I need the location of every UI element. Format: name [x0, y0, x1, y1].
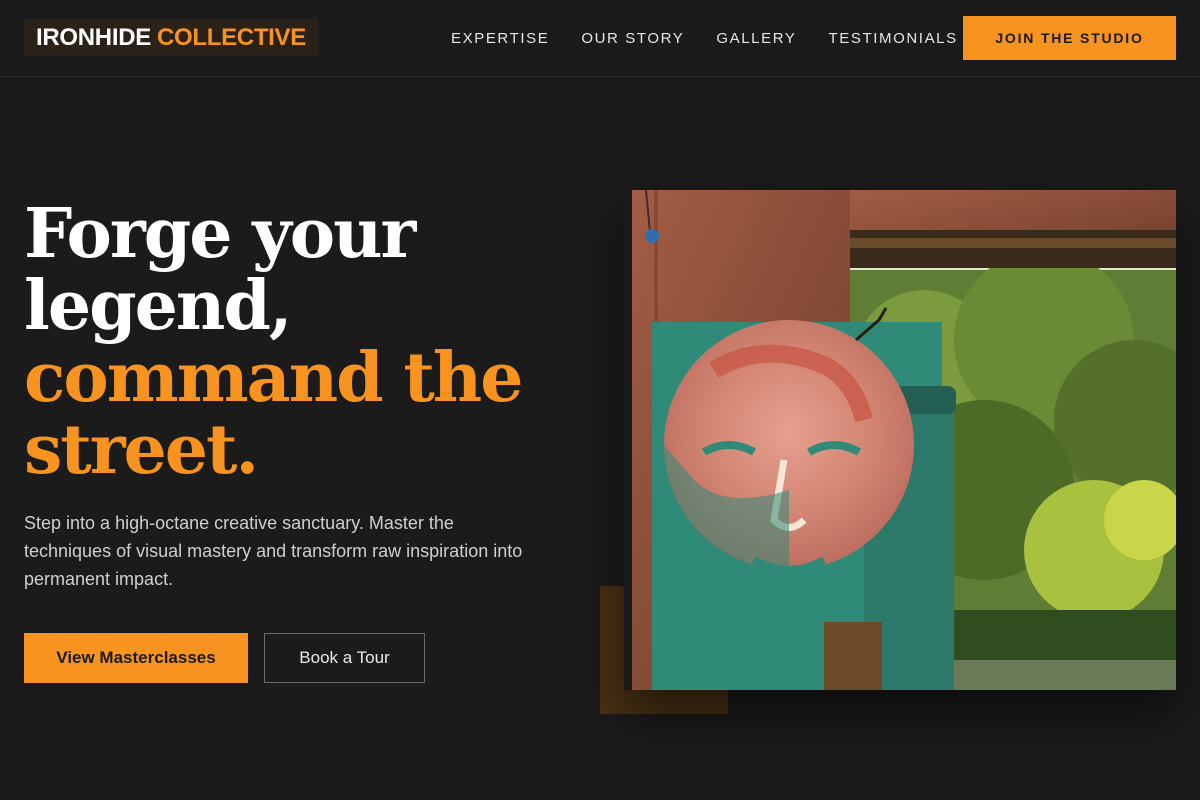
headline-accent-line-2: street. — [24, 410, 259, 490]
hero-subtitle: Step into a high-octane creative sanctua… — [24, 513, 523, 589]
logo-word-accent: COLLECTIVE — [156, 23, 306, 51]
brand-logo[interactable]: IRONHIDE COLLECTIVE — [24, 19, 318, 56]
nav-link-expertise[interactable]: EXPERTISE — [451, 30, 549, 47]
headline-line-2: legend, — [24, 266, 293, 346]
headline-line-1: Forge your — [24, 194, 416, 274]
logo-word-primary: IRONHIDE — [36, 23, 151, 51]
nav-link-testimonials[interactable]: TESTIMONIALS — [829, 30, 958, 47]
book-tour-button[interactable]: Book a Tour — [264, 633, 425, 683]
nav-link-gallery[interactable]: GALLERY — [716, 30, 796, 47]
page: IRONHIDE COLLECTIVE EXPERTISE OUR STORY … — [0, 0, 1200, 800]
hero-photo-illustration — [624, 190, 1176, 690]
headline-accent-line-1: command the — [24, 338, 524, 418]
hero-headline: Forge your legend, command the street. — [24, 198, 584, 486]
nav-link-our-story[interactable]: OUR STORY — [581, 30, 684, 47]
view-masterclasses-button[interactable]: View Masterclasses — [24, 633, 248, 683]
hero-photo — [624, 190, 1176, 690]
main-nav: EXPERTISE OUR STORY GALLERY TESTIMONIALS — [451, 0, 958, 76]
site-header: IRONHIDE COLLECTIVE EXPERTISE OUR STORY … — [0, 0, 1200, 77]
join-studio-button[interactable]: JOIN THE STUDIO — [963, 16, 1176, 60]
